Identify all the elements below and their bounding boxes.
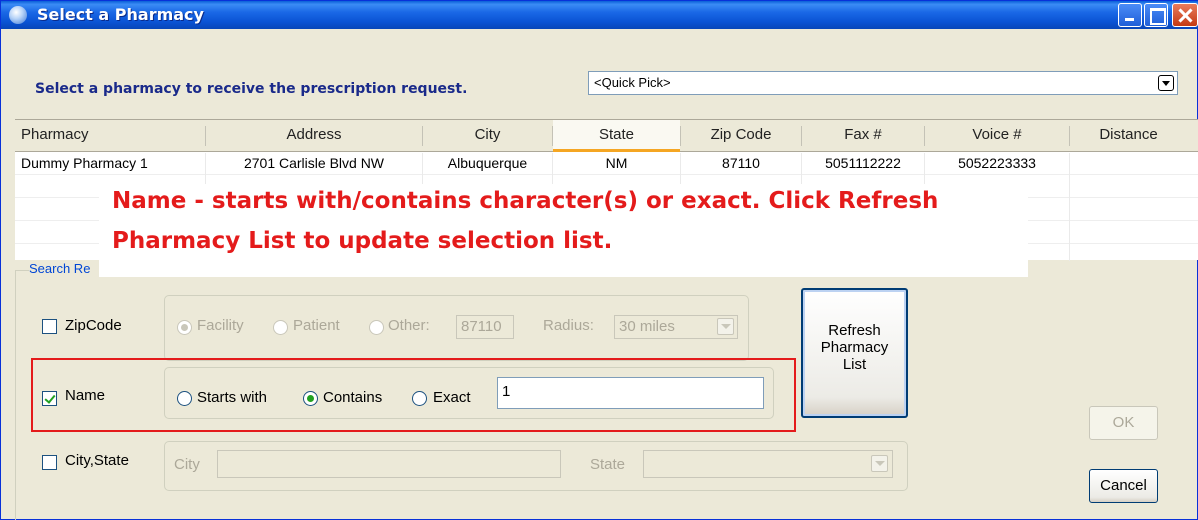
city-label: City: [174, 456, 200, 473]
table-header: Pharmacy Address City State Zip Code Fax…: [15, 120, 1198, 152]
cancel-button[interactable]: Cancel: [1089, 469, 1158, 503]
chevron-down-icon[interactable]: [1158, 75, 1174, 91]
column-header-distance[interactable]: Distance: [1070, 120, 1187, 152]
cell-address: 2701 Carlisle Blvd NW: [243, 155, 385, 171]
close-button[interactable]: [1172, 3, 1198, 27]
city-field[interactable]: [217, 450, 561, 478]
radius-label: Radius:: [543, 317, 594, 334]
facility-label: Facility: [197, 317, 244, 334]
cell-zip: 87110: [722, 155, 760, 171]
starts-with-radio[interactable]: [177, 391, 192, 406]
minimize-button[interactable]: [1118, 3, 1142, 27]
cell-pharmacy: Dummy Pharmacy 1: [21, 155, 148, 171]
exact-label: Exact: [433, 389, 471, 406]
citystate-label: City,State: [65, 452, 129, 469]
cell-city: Albuquerque: [447, 155, 528, 171]
annotation-line-1: Name - starts with/contains character(s)…: [112, 188, 939, 214]
zipcode-checkbox[interactable]: [42, 319, 57, 334]
title-bar: Select a Pharmacy: [1, 1, 1198, 29]
column-header-city[interactable]: City: [423, 120, 552, 152]
annotation-overlay: Name - starts with/contains character(s)…: [99, 184, 1028, 277]
quick-pick-dropdown[interactable]: <Quick Pick>: [588, 71, 1178, 95]
refresh-label-line1: Refresh: [828, 322, 881, 339]
name-label: Name: [65, 387, 106, 404]
column-header-zip[interactable]: Zip Code: [681, 120, 801, 152]
refresh-pharmacy-list-button[interactable]: Refresh Pharmacy List: [801, 288, 908, 418]
app-globe-icon: [9, 6, 27, 24]
state-select[interactable]: [643, 450, 893, 478]
cell-fax: 5051112222: [825, 155, 901, 171]
column-header-address[interactable]: Address: [206, 120, 422, 152]
name-checkbox[interactable]: [42, 391, 57, 406]
chevron-down-icon[interactable]: [871, 455, 888, 472]
citystate-checkbox[interactable]: [42, 455, 57, 470]
table-row[interactable]: Dummy Pharmacy 1 2701 Carlisle Blvd NW A…: [15, 153, 1198, 175]
starts-with-label: Starts with: [197, 389, 268, 406]
group-border: [15, 270, 29, 271]
other-radio[interactable]: [369, 320, 384, 335]
patient-label: Patient: [293, 317, 340, 334]
contains-radio[interactable]: [303, 391, 318, 406]
contains-label: Contains: [323, 389, 383, 406]
window-title: Select a Pharmacy: [37, 5, 204, 24]
patient-radio[interactable]: [273, 320, 288, 335]
exact-radio[interactable]: [412, 391, 427, 406]
radius-select[interactable]: 30 miles: [614, 315, 738, 339]
chevron-down-icon[interactable]: [717, 318, 734, 335]
column-header-fax[interactable]: Fax #: [802, 120, 924, 152]
radius-value: 30 miles: [619, 318, 675, 335]
instruction-label: Select a pharmacy to receive the prescri…: [35, 81, 468, 97]
other-label: Other:: [388, 317, 430, 334]
state-label: State: [590, 456, 626, 473]
pharmacy-dialog: Select a Pharmacy Select a pharmacy to r…: [0, 0, 1198, 520]
other-zip-field[interactable]: 87110: [456, 315, 514, 339]
facility-radio[interactable]: [177, 320, 192, 335]
group-border: [15, 270, 16, 520]
name-search-input[interactable]: 1: [497, 377, 764, 409]
cell-state: NM: [605, 155, 628, 171]
column-header-pharmacy[interactable]: Pharmacy: [15, 120, 205, 152]
search-group-label: Search Re: [29, 261, 91, 276]
maximize-button[interactable]: [1144, 3, 1168, 27]
zipcode-label: ZipCode: [65, 317, 122, 334]
quick-pick-value: <Quick Pick>: [594, 75, 671, 90]
cell-voice: 5052223333: [958, 155, 1036, 171]
refresh-label-line3: List: [842, 356, 867, 373]
refresh-label-line2: Pharmacy: [820, 339, 889, 356]
cell-distance: [1070, 153, 1187, 175]
annotation-line-2: Pharmacy List to update selection list.: [112, 228, 613, 254]
column-header-voice[interactable]: Voice #: [925, 120, 1069, 152]
column-header-state[interactable]: State: [553, 120, 680, 152]
ok-button[interactable]: OK: [1089, 406, 1158, 440]
